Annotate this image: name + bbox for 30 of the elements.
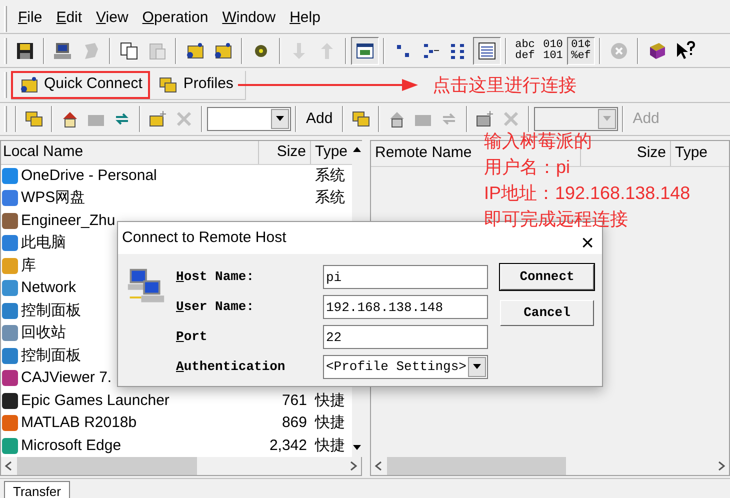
file-name: Engineer_Zhu (21, 210, 116, 230)
file-name: Epic Games Launcher (21, 390, 170, 410)
callout-text: 即可完成远程连接 (484, 208, 628, 231)
file-name: 回收站 (21, 323, 66, 343)
file-type: 系统 (315, 166, 345, 184)
file-name: WPS网盘 (21, 188, 86, 208)
column-title: Local Name (3, 142, 84, 162)
file-type: 快捷 (315, 414, 345, 431)
file-type: 系统 (315, 189, 345, 206)
file-size: 761 (282, 390, 307, 410)
file-name: CAJViewer 7. (21, 368, 112, 388)
file-name: 控制面板 (21, 300, 81, 320)
callout-text: IP地址：192.168.138.148 (484, 182, 690, 205)
file-name: 此电脑 (21, 233, 66, 253)
file-type: 快捷 (315, 436, 345, 454)
field-label: Port (176, 328, 208, 346)
dialog-title: Connect to Remote Host (122, 228, 286, 248)
file-name: 库 (21, 256, 36, 276)
field-label: User Name: (176, 298, 256, 316)
file-name: Microsoft Edge (21, 436, 122, 456)
field-label: Authentication (176, 358, 286, 376)
file-name: OneDrive - Personal (21, 166, 157, 186)
field-label: Host Name: (176, 268, 256, 286)
file-name: MATLAB R2018b (21, 413, 137, 433)
callout-text: 点击这里进行连接 (432, 74, 576, 96)
file-name: 控制面板 (21, 346, 81, 366)
file-name: Network (21, 278, 76, 298)
file-size: 869 (282, 413, 307, 433)
file-type: 快捷 (315, 392, 345, 408)
file-size: 2,342 (269, 436, 307, 456)
